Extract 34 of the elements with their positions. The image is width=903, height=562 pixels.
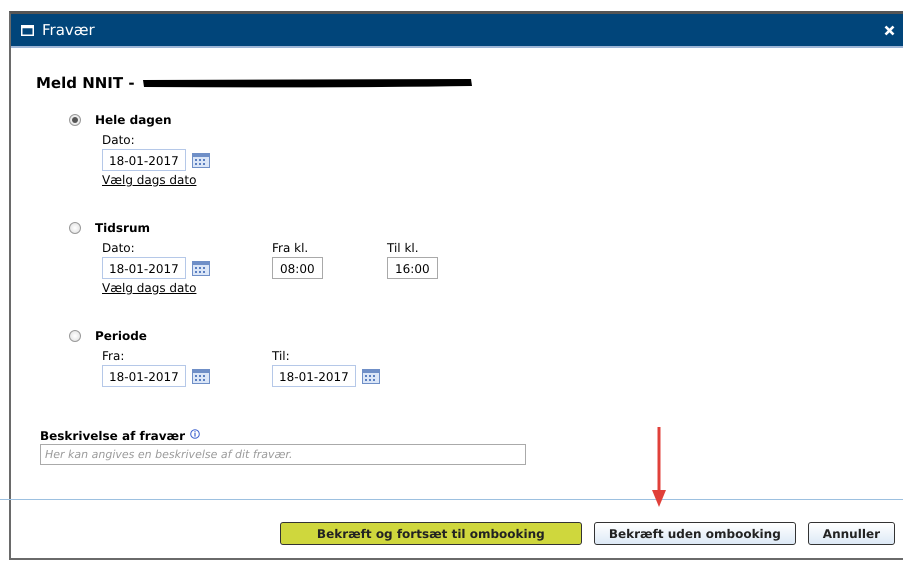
date-field[interactable]: 18-01-2017: [102, 257, 186, 279]
radio-button[interactable]: [69, 330, 81, 342]
calendar-icon[interactable]: [192, 152, 210, 168]
date-field[interactable]: 18-01-2017: [102, 149, 186, 171]
calendar-icon[interactable]: [192, 368, 210, 384]
cancel-button[interactable]: Annuller: [808, 522, 895, 545]
today-link[interactable]: Vælg dags dato: [102, 281, 196, 295]
option-label: Periode: [95, 329, 147, 343]
dialog-heading: Meld NNIT -: [36, 74, 135, 92]
confirm-button[interactable]: Bekræft uden ombooking: [594, 522, 796, 545]
date-field[interactable]: 18-01-2017: [272, 365, 356, 387]
field-label: Til kl.: [387, 241, 420, 256]
date-field[interactable]: 18-01-2017: [102, 365, 186, 387]
radio-button[interactable]: [69, 222, 81, 234]
field-label: Til:: [272, 349, 291, 364]
time-field[interactable]: 08:00: [272, 257, 323, 279]
field-label: Fra kl.: [272, 241, 310, 256]
info-icon[interactable]: [190, 429, 200, 439]
field-label: Dato:: [102, 133, 136, 148]
description-label: Beskrivelse af fravær: [40, 429, 186, 443]
option-label: Tidsrum: [95, 221, 150, 235]
confirm-button[interactable]: Bekræft og fortsæt til ombooking: [280, 522, 582, 545]
time-field[interactable]: 16:00: [387, 257, 438, 279]
field-label: Fra:: [102, 349, 126, 364]
window-title: Fravær: [42, 21, 96, 39]
radio-button[interactable]: [69, 114, 81, 126]
window-icon: [21, 24, 34, 36]
description-field[interactable]: Her kan angives en beskrivelse af dit fravær.: [40, 444, 526, 465]
today-link[interactable]: Vælg dags dato: [102, 173, 196, 187]
option-label: Hele dagen: [95, 113, 172, 127]
calendar-icon[interactable]: [362, 368, 380, 384]
close-icon[interactable]: [884, 24, 895, 36]
field-label: Dato:: [102, 241, 136, 256]
calendar-icon[interactable]: [192, 260, 210, 276]
